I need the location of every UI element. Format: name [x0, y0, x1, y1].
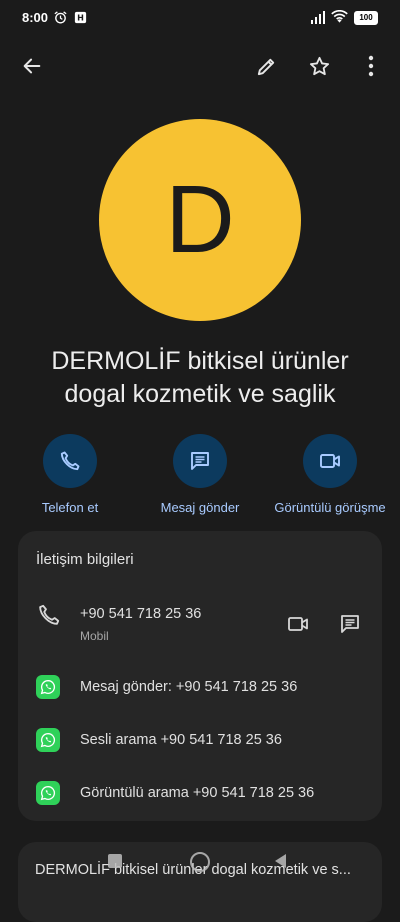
call-action-circle[interactable]	[43, 434, 97, 488]
edit-button[interactable]	[252, 52, 280, 80]
whatsapp-icon	[36, 728, 60, 752]
back-button[interactable]	[18, 52, 46, 80]
contact-name: DERMOLİF bitkisel ürünler dogal kozmetik…	[20, 345, 380, 411]
wifi-icon	[331, 9, 348, 25]
video-call-action-label: Görüntülü görüşme	[274, 500, 386, 515]
whatsapp-video-call-row[interactable]: Görüntülü arama +90 541 718 25 36	[18, 777, 382, 811]
video-icon	[320, 454, 340, 468]
message-action-circle[interactable]	[173, 434, 227, 488]
contact-info-card: İletişim bilgileri +90 541 718 25 36 Mob…	[18, 531, 382, 821]
video-icon	[288, 617, 308, 631]
whatsapp-message-label: Mesaj gönder: +90 541 718 25 36	[80, 679, 298, 695]
recent-apps-button[interactable]	[108, 854, 122, 868]
home-button[interactable]	[190, 852, 210, 872]
star-icon	[309, 56, 329, 75]
contact-name-line1: DERMOLİF bitkisel ürünler	[51, 347, 349, 375]
whatsapp-icon	[36, 675, 60, 699]
triangle-back-icon	[275, 854, 286, 868]
avatar-initial: D	[165, 166, 235, 273]
message-action[interactable]: Mesaj gönder	[135, 434, 265, 515]
phone-video-call-button[interactable]	[284, 610, 312, 638]
favorite-button[interactable]	[305, 52, 333, 80]
notification-icon: H	[73, 9, 88, 25]
phone-row[interactable]: +90 541 718 25 36 Mobil	[18, 593, 382, 645]
whatsapp-message-row[interactable]: Mesaj gönder: +90 541 718 25 36	[18, 671, 382, 705]
contact-name-line2: dogal kozmetik ve saglik	[64, 380, 336, 408]
signal-icon	[310, 9, 326, 25]
whatsapp-video-call-label: Görüntülü arama +90 541 718 25 36	[80, 785, 315, 801]
video-call-action[interactable]: Görüntülü görüşme	[265, 434, 395, 515]
back-nav-button[interactable]	[272, 852, 288, 875]
message-icon	[191, 452, 209, 470]
whatsapp-voice-call-label: Sesli arama +90 541 718 25 36	[80, 732, 282, 748]
system-navigation-bar	[0, 848, 400, 888]
more-vert-icon	[368, 55, 374, 77]
phone-icon	[60, 451, 80, 471]
call-action[interactable]: Telefon et	[5, 434, 135, 515]
phone-type: Mobil	[80, 629, 109, 643]
phone-number: +90 541 718 25 36	[80, 606, 202, 622]
contact-avatar: D	[99, 119, 301, 321]
contact-info-title: İletişim bilgileri	[36, 551, 134, 568]
battery-indicator: 100	[354, 11, 378, 25]
alarm-icon	[53, 9, 68, 25]
phone-message-button[interactable]	[336, 610, 364, 638]
call-action-label: Telefon et	[41, 500, 99, 515]
status-bar: 8:00 H 100	[0, 0, 400, 38]
status-time: 8:00	[22, 10, 49, 25]
video-call-action-circle[interactable]	[303, 434, 357, 488]
whatsapp-voice-call-row[interactable]: Sesli arama +90 541 718 25 36	[18, 724, 382, 758]
arrow-back-icon	[23, 58, 41, 74]
phone-icon	[36, 602, 62, 633]
message-icon	[341, 615, 359, 633]
pencil-icon	[257, 58, 274, 75]
more-options-button[interactable]	[357, 52, 385, 80]
message-action-label: Mesaj gönder	[160, 500, 240, 515]
whatsapp-icon	[36, 781, 60, 805]
svg-text:H: H	[77, 12, 84, 22]
